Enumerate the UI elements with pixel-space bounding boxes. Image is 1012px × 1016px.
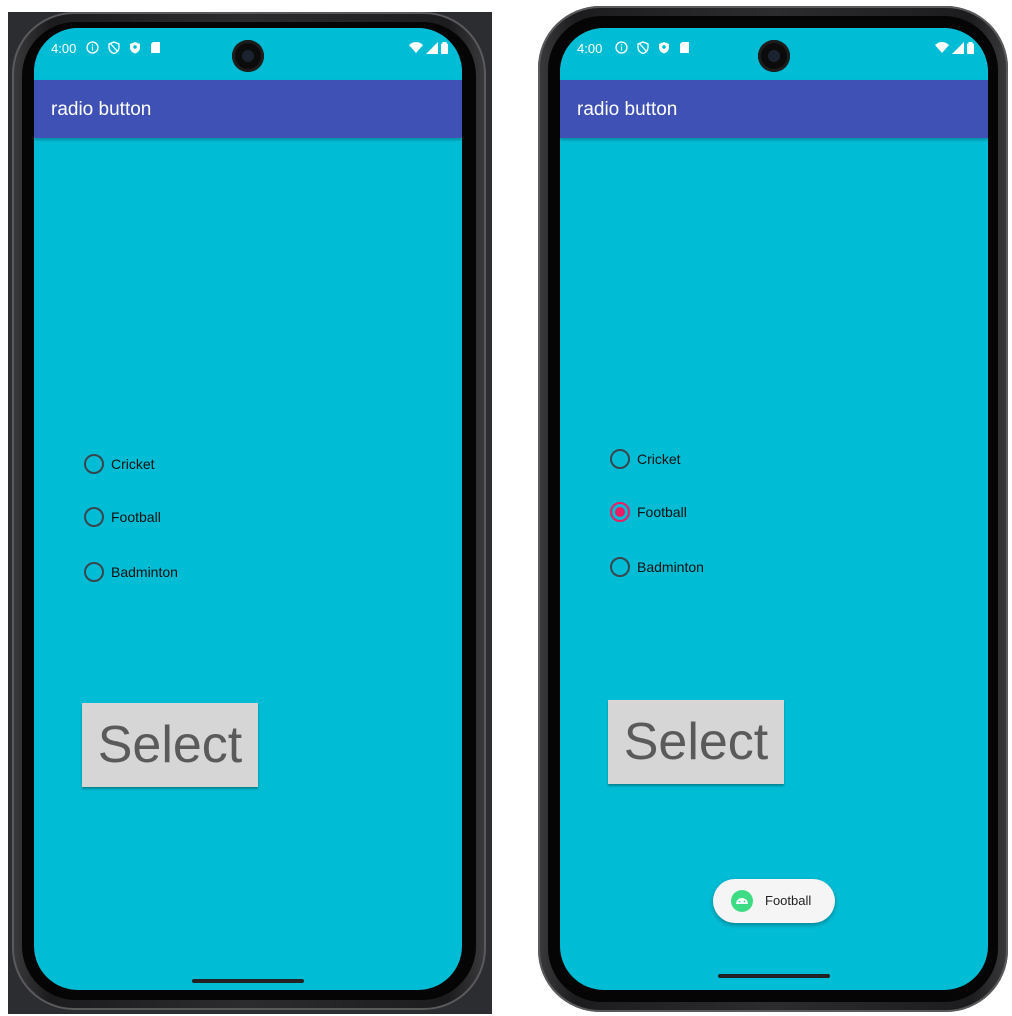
shield-off-icon [108,41,120,54]
sd-card-icon [680,42,689,53]
app-title: radio button [577,99,678,120]
phone-left: 4:00 radio button Cricket Football Badmi… [12,12,486,1010]
radio-cricket[interactable]: Cricket [84,454,155,474]
app-bar: radio button [560,80,988,138]
info-icon [615,41,628,54]
front-camera [758,40,790,72]
select-button[interactable]: Select [608,700,784,784]
shield-off-icon [637,41,649,54]
status-time: 4:00 [577,41,603,56]
radio-indicator[interactable] [84,454,104,474]
radio-indicator[interactable] [610,557,630,577]
radio-indicator-checked[interactable] [610,502,630,522]
sd-card-icon [151,42,160,53]
battery-icon [441,42,448,54]
wifi-icon [409,42,423,53]
radio-cricket[interactable]: Cricket [610,449,681,469]
status-time: 4:00 [51,41,77,56]
signal-icon [426,42,438,54]
app-title: radio button [51,99,152,120]
wifi-icon [935,42,949,53]
shield-icon [130,42,140,54]
radio-label: Football [111,509,161,525]
front-camera [232,40,264,72]
radio-football[interactable]: Football [84,507,161,527]
shield-icon [659,42,669,54]
radio-label: Cricket [637,451,681,467]
home-indicator[interactable] [718,974,830,978]
radio-label: Cricket [111,456,155,472]
radio-badminton[interactable]: Badminton [610,557,704,577]
home-indicator[interactable] [192,979,304,983]
toast-message: Football [713,879,835,923]
radio-indicator[interactable] [84,507,104,527]
radio-indicator[interactable] [84,562,104,582]
phone-bezel: 4:00 radio button Cricket Football Badmi… [548,16,998,1002]
radio-football[interactable]: Football [610,502,687,522]
radio-indicator[interactable] [610,449,630,469]
radio-label: Badminton [111,564,178,580]
radio-label: Badminton [637,559,704,575]
phone-screen: 4:00 radio button Cricket Football Badmi… [560,28,988,990]
radio-label: Football [637,504,687,520]
phone-right: 4:00 radio button Cricket Football Badmi… [538,6,1008,1012]
status-bar: 4:00 [560,28,988,80]
toast-text: Football [765,893,812,908]
info-icon [86,41,99,54]
battery-icon [967,42,974,54]
radio-badminton[interactable]: Badminton [84,562,178,582]
android-glyph [736,898,748,904]
app-bar: radio button [34,80,462,138]
select-button[interactable]: Select [82,703,258,787]
android-icon [731,890,753,912]
signal-icon [952,42,964,54]
phone-bezel: 4:00 radio button Cricket Football Badmi… [22,22,476,1000]
phone-screen: 4:00 radio button Cricket Football Badmi… [34,28,462,990]
status-bar: 4:00 [34,28,462,80]
